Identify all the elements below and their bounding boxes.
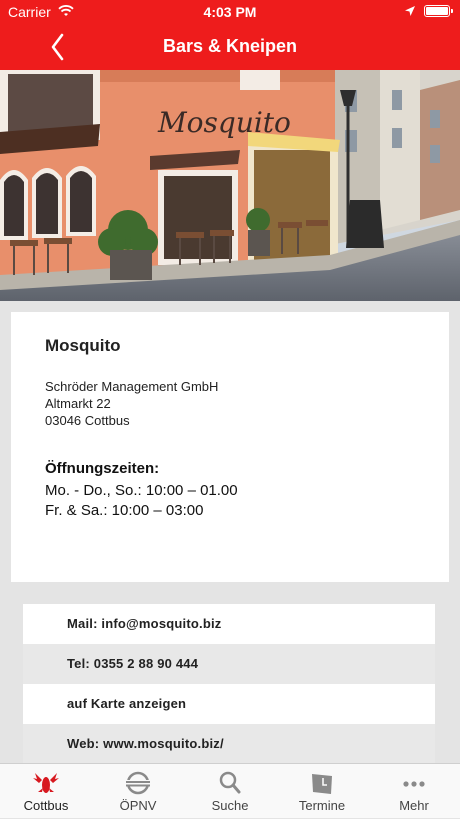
tab-bar: Cottbus ÖPNV Suche Termine Mehr: [0, 763, 460, 818]
website-link[interactable]: Web: www.mosquito.biz/: [23, 724, 435, 764]
transit-icon: [126, 771, 150, 795]
show-on-map-link[interactable]: auf Karte anzeigen: [23, 684, 435, 724]
opening-hours-weekend: Fr. & Sa.: 10:00 – 03:00: [45, 502, 204, 519]
tab-label: Termine: [298, 798, 346, 813]
phone-link[interactable]: Tel: 0355 2 88 90 444: [23, 644, 435, 684]
tab-oepnv[interactable]: ÖPNV: [92, 764, 184, 819]
lobster-icon: [33, 773, 59, 793]
tab-label: Mehr: [399, 798, 429, 813]
hero-image-carousel[interactable]: Mosquito: [0, 70, 460, 301]
address-street: Altmarkt 22: [45, 396, 111, 411]
tab-mehr[interactable]: Mehr: [368, 764, 460, 819]
clock: 4:03 PM: [203, 4, 257, 20]
venue-name: Mosquito: [45, 336, 121, 355]
address-company: Schröder Management GmbH: [45, 379, 219, 394]
contact-list: Mail: info@mosquito.biz Tel: 0355 2 88 9…: [23, 604, 435, 764]
page-title: Bars & Kneipen: [162, 36, 298, 56]
navigation-bar: Bars & Kneipen: [0, 24, 460, 70]
calendar-icon: [312, 774, 332, 794]
mail-link[interactable]: Mail: info@mosquito.biz: [23, 604, 435, 644]
status-bar: Carrier 4:03 PM: [0, 0, 460, 24]
battery-tip: [451, 9, 453, 13]
tab-label: Cottbus: [23, 798, 69, 813]
venue-info-card: Mosquito Schröder Management GmbH Altmar…: [11, 312, 449, 582]
tab-label: ÖPNV: [119, 798, 157, 813]
search-icon: [219, 771, 241, 794]
opening-hours-weekdays: Mo. - Do., So.: 10:00 – 01.00: [45, 482, 238, 499]
venue-photo: Mosquito: [0, 70, 460, 301]
tab-cottbus[interactable]: Cottbus: [0, 764, 92, 819]
tab-suche[interactable]: Suche: [184, 764, 276, 819]
opening-hours-title: Öffnungszeiten:: [45, 460, 160, 477]
battery-icon: [424, 5, 450, 17]
tab-termine[interactable]: Termine: [276, 764, 368, 819]
tab-label: Suche: [211, 798, 249, 813]
location-arrow-icon: [404, 4, 416, 20]
more-icon: [403, 781, 425, 787]
address-city: 03046 Cottbus: [45, 413, 130, 428]
